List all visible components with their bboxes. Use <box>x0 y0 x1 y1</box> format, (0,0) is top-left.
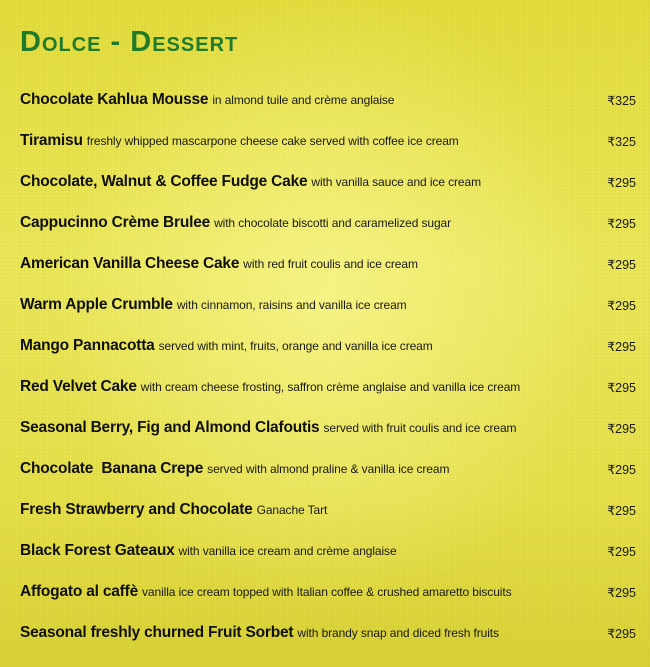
dish-description: in almond tuile and crème anglaise <box>212 93 395 107</box>
dish-name: Tiramisu <box>20 132 83 149</box>
menu-item: Seasonal freshly churned Fruit Sorbet wi… <box>20 624 636 665</box>
dish-price: ₹295 <box>607 176 636 190</box>
dish-price: ₹295 <box>607 586 636 600</box>
menu-section-title: Dolce - Dessert <box>20 26 239 58</box>
dish-name: Black Forest Gateaux <box>20 542 175 559</box>
dish-description: with chocolate biscotti and caramelized … <box>214 216 452 230</box>
dish-price: ₹295 <box>607 463 636 477</box>
dish-price: ₹295 <box>607 258 636 272</box>
dish-name: American Vanilla Cheese Cake <box>20 255 240 272</box>
dish-name: Seasonal Berry, Fig and Almond Clafoutis <box>20 419 320 436</box>
dish-price: ₹325 <box>607 135 636 149</box>
dish-name: Seasonal freshly churned Fruit Sorbet <box>20 624 294 641</box>
menu-item: Seasonal Berry, Fig and Almond Clafoutis… <box>20 419 636 460</box>
menu-item: American Vanilla Cheese Cake with red fr… <box>20 255 636 296</box>
dish-name: Chocolate Banana Crepe <box>20 460 204 477</box>
dish-price: ₹295 <box>607 340 636 354</box>
menu-item: Affogato al caffè vanilla ice cream topp… <box>20 583 636 624</box>
dish-price: ₹295 <box>607 381 636 395</box>
dish-name: Mango Pannacotta <box>20 337 155 354</box>
menu-item: Chocolate Kahlua Mousse in almond tuile … <box>20 91 636 132</box>
dish-name: Chocolate, Walnut & Coffee Fudge Cake <box>20 173 308 190</box>
dish-name: Chocolate Kahlua Mousse <box>20 91 209 108</box>
menu-item: Black Forest Gateaux with vanilla ice cr… <box>20 542 636 583</box>
menu-item: Chocolate Banana Crepe served with almon… <box>20 460 636 501</box>
menu-item: Cappucinno Crème Brulee with chocolate b… <box>20 214 636 255</box>
dish-price: ₹295 <box>607 504 636 518</box>
menu-item: Red Velvet Cake with cream cheese frosti… <box>20 378 636 419</box>
menu-item: Fresh Strawberry and Chocolate Ganache T… <box>20 501 636 542</box>
menu-item: Tiramisu freshly whipped mascarpone chee… <box>20 132 636 173</box>
dish-description: served with almond praline & vanilla ice… <box>207 462 450 476</box>
dish-name: Affogato al caffè <box>20 583 139 600</box>
dish-description: Ganache Tart <box>256 503 328 517</box>
dish-description: with cinnamon, raisins and vanilla ice c… <box>176 298 407 312</box>
dish-description: vanilla ice cream topped with Italian co… <box>142 585 512 599</box>
dish-description: with vanilla sauce and ice cream <box>311 175 481 189</box>
dish-price: ₹295 <box>607 545 636 559</box>
dish-name: Red Velvet Cake <box>20 378 137 395</box>
dish-price: ₹295 <box>607 627 636 641</box>
dish-description: with brandy snap and diced fresh fruits <box>297 626 499 640</box>
dish-price: ₹295 <box>607 422 636 436</box>
dessert-list: Chocolate Kahlua Mousse in almond tuile … <box>20 91 636 665</box>
menu-item: Mango Pannacotta served with mint, fruit… <box>20 337 636 378</box>
dish-description: served with fruit coulis and ice cream <box>323 421 517 435</box>
dish-description: with red fruit coulis and ice cream <box>243 257 418 271</box>
dish-name: Fresh Strawberry and Chocolate <box>20 501 253 518</box>
dish-description: with vanilla ice cream and crème anglais… <box>178 544 397 558</box>
dish-price: ₹325 <box>607 94 636 108</box>
dish-name: Warm Apple Crumble <box>20 296 173 313</box>
dish-price: ₹295 <box>607 217 636 231</box>
menu-item: Warm Apple Crumble with cinnamon, raisin… <box>20 296 636 337</box>
dish-description: freshly whipped mascarpone cheese cake s… <box>86 134 459 148</box>
dish-description: with cream cheese frosting, saffron crèm… <box>140 380 521 394</box>
menu-item: Chocolate, Walnut & Coffee Fudge Cake wi… <box>20 173 636 214</box>
dish-price: ₹295 <box>607 299 636 313</box>
dish-name: Cappucinno Crème Brulee <box>20 214 211 231</box>
menu-page: Dolce - Dessert Chocolate Kahlua Mousse … <box>0 0 650 667</box>
dish-description: served with mint, fruits, orange and van… <box>158 339 433 353</box>
